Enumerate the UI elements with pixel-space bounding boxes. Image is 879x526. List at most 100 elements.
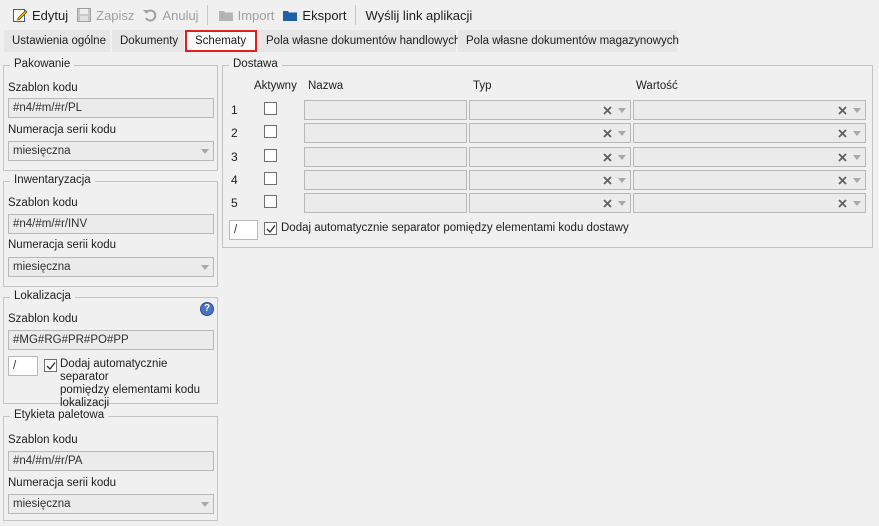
save-button[interactable]: Zapisz [72,2,138,28]
x-clear-icon[interactable] [835,148,849,166]
group-title: Inwentaryzacja [10,174,95,186]
series-numbering-value: miesięczna [13,498,71,510]
row-type-select[interactable] [469,147,631,167]
tab-pola-wlasne-handlowe[interactable]: Pola własne dokumentów handlowych [258,30,461,52]
auto-separator-label: Dodaj automatycznie separator pomiędzy e… [60,358,217,410]
group-title: Etykieta paletowa [10,409,109,421]
group-title: Pakowanie [10,58,75,70]
row-active-checkbox[interactable] [264,125,277,138]
series-numbering-label: Numeracja serii kodu [8,239,117,251]
x-clear-icon[interactable] [835,194,849,212]
checkmark-icon [46,361,56,370]
chevron-down-icon[interactable] [849,171,865,189]
chevron-down-icon[interactable] [614,171,630,189]
series-numbering-select[interactable]: miesięczna [8,494,214,514]
chevron-down-icon [197,495,213,513]
row-name-input[interactable] [304,193,467,213]
tab-label: Pola własne dokumentów handlowych [266,35,461,47]
row-value-select[interactable] [633,123,866,143]
row-active-checkbox[interactable] [264,172,277,185]
chevron-down-icon[interactable] [849,101,865,119]
col-name-header: Nazwa [308,80,344,92]
chevron-down-icon[interactable] [614,124,630,142]
export-button[interactable]: Eksport [278,2,350,28]
series-numbering-label: Numeracja serii kodu [8,477,117,489]
row-type-select[interactable] [469,193,631,213]
auto-separator-label-line: Dodaj automatycznie separator [60,358,168,383]
separator-input[interactable]: / [8,356,38,376]
tab-ustawienia-ogolne[interactable]: Ustawienia ogólne [4,30,111,52]
row-value-select[interactable] [633,100,866,120]
edit-button[interactable]: Edytuj [8,2,72,28]
save-label: Zapisz [96,7,135,23]
auto-separator-label-line: pomiędzy elementami kodu [60,384,200,396]
chevron-down-icon[interactable] [849,148,865,166]
code-template-input[interactable]: #n4/#m/#r/INV [8,214,214,234]
row-value-select[interactable] [633,193,866,213]
row-name-input[interactable] [304,170,467,190]
row-type-select[interactable] [469,123,631,143]
x-clear-icon[interactable] [835,101,849,119]
chevron-down-icon[interactable] [614,101,630,119]
series-numbering-select[interactable]: miesięczna [8,141,214,161]
etykieta-paletowa-group: Etykieta paletowa Szablon kodu #n4/#m/#r… [3,409,218,521]
row-number: 4 [231,173,238,187]
cancel-label: Anuluj [162,7,199,23]
x-clear-icon[interactable] [600,101,614,119]
tab-label: Pola własne dokumentów magazynowych [466,35,679,47]
send-link-button[interactable]: Wyślij link aplikacji [362,2,477,28]
x-clear-icon[interactable] [835,171,849,189]
row-active-checkbox[interactable] [264,102,277,115]
row-number: 2 [231,126,238,140]
dostawa-group: Dostawa Aktywny Nazwa Typ Wartość 1 2 3 … [222,58,873,248]
col-value-header: Wartość [636,80,678,92]
tab-schematy[interactable]: Schematy [185,30,257,52]
separator-input[interactable]: / [229,220,258,240]
row-value-select[interactable] [633,170,866,190]
auto-separator-checkbox[interactable] [264,222,277,235]
import-button[interactable]: Import [214,2,279,28]
export-label: Eksport [302,7,347,23]
inwentaryzacja-group: Inwentaryzacja Szablon kodu #n4/#m/#r/IN… [3,174,218,287]
code-template-input[interactable]: #n4/#m/#r/PL [8,98,214,118]
series-numbering-select[interactable]: miesięczna [8,257,214,277]
chevron-down-icon[interactable] [849,124,865,142]
toolbar-separator [354,5,356,25]
lokalizacja-group: Lokalizacja ? Szablon kodu #MG#RG#PR#PO#… [3,290,218,409]
row-active-checkbox[interactable] [264,195,277,208]
auto-separator-checkbox[interactable] [44,359,57,372]
row-name-input[interactable] [304,147,467,167]
x-clear-icon[interactable] [835,124,849,142]
chevron-down-icon[interactable] [849,194,865,212]
row-number: 5 [231,196,238,210]
tab-strip: Ustawienia ogólne Dokumenty Schematy Pol… [0,30,879,52]
group-title: Dostawa [229,58,282,70]
code-template-label: Szablon kodu [8,82,78,94]
row-name-input[interactable] [304,123,467,143]
row-value-select[interactable] [633,147,866,167]
x-clear-icon[interactable] [600,124,614,142]
x-clear-icon[interactable] [600,148,614,166]
x-clear-icon[interactable] [600,194,614,212]
code-template-input[interactable]: #n4/#m/#r/PA [8,451,214,471]
code-template-input[interactable]: #MG#RG#PR#PO#PP [8,330,214,350]
x-clear-icon[interactable] [600,171,614,189]
chevron-down-icon[interactable] [614,148,630,166]
import-label: Import [237,7,275,23]
code-template-label: Szablon kodu [8,313,78,325]
row-active-checkbox[interactable] [264,149,277,162]
send-link-label: Wyślij link aplikacji [365,7,473,23]
export-folder-icon [282,7,298,23]
cancel-button[interactable]: Anuluj [138,2,202,28]
row-name-input[interactable] [304,100,467,120]
series-numbering-value: miesięczna [13,261,71,273]
tab-dokumenty[interactable]: Dokumenty [112,30,185,52]
tab-pola-wlasne-magazynowe[interactable]: Pola własne dokumentów magazynowych [458,30,679,52]
question-icon[interactable]: ? [200,302,214,316]
row-type-select[interactable] [469,100,631,120]
row-type-select[interactable] [469,170,631,190]
edit-label: Edytuj [32,7,69,23]
floppy-disk-icon [76,7,92,23]
chevron-down-icon[interactable] [614,194,630,212]
tab-label: Dokumenty [120,35,179,47]
